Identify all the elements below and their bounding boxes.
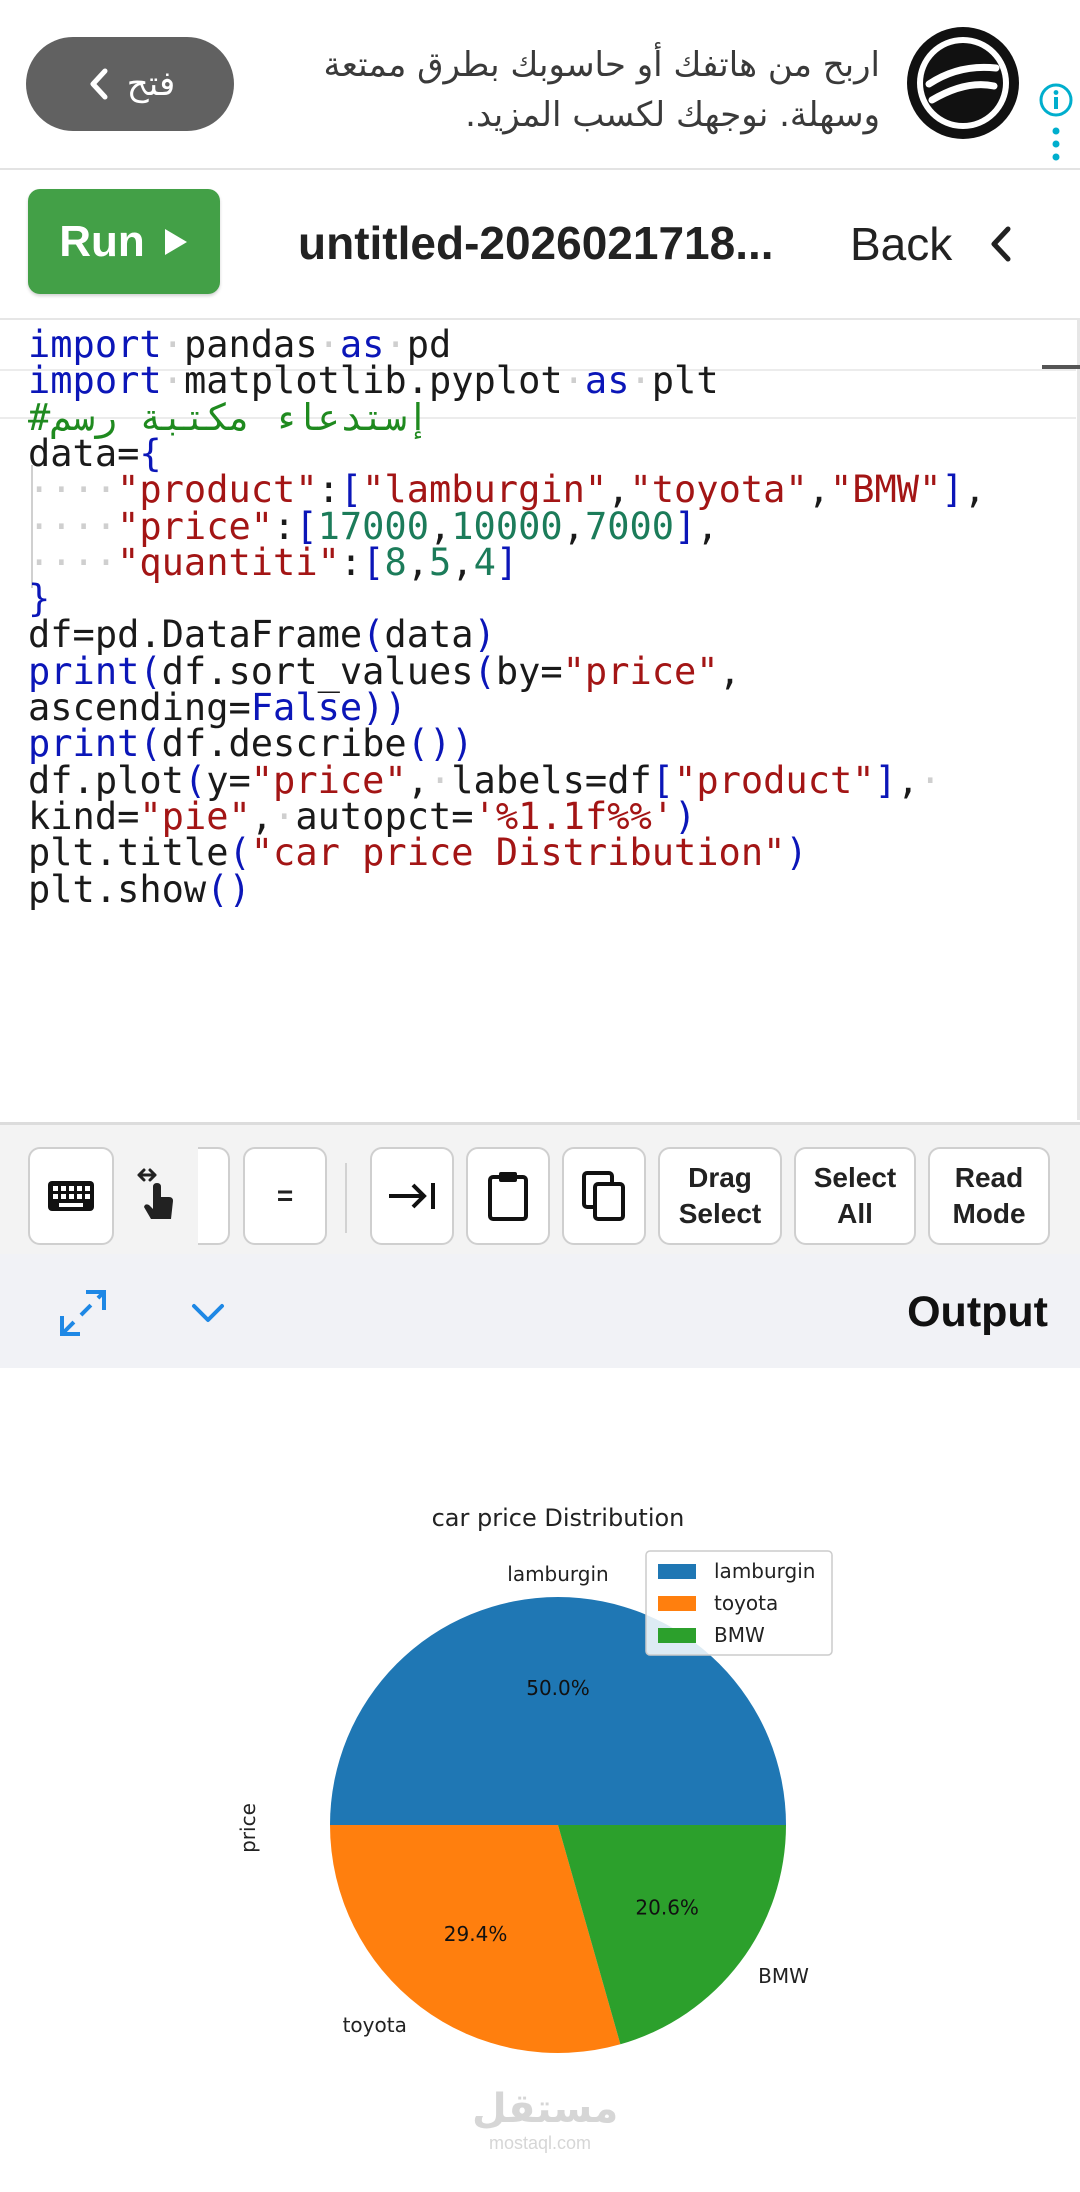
select-all-line2: All [837, 1198, 873, 1229]
pie-category-label: BMW [758, 1964, 809, 1988]
chevron-down-icon[interactable] [190, 1300, 226, 1326]
legend-swatch [658, 1596, 696, 1611]
code-editor[interactable]: import·pandas·as·pd import·matplotlib.pyp… [0, 320, 1080, 1120]
equals-label: = [276, 1180, 294, 1211]
editor-scrollbar-thumb[interactable] [1042, 365, 1080, 369]
more-vertical-icon[interactable] [1049, 127, 1063, 161]
move-cursor-button[interactable] [116, 1147, 200, 1245]
ad-banner[interactable]: فتح اربح من هاتفك أو حاسوبك بطرق ممتعة و… [0, 0, 1080, 170]
legend-label: lamburgin [714, 1559, 815, 1583]
legend-swatch [658, 1628, 696, 1643]
brand-logo-icon[interactable] [904, 24, 1022, 142]
key-separator [345, 1163, 347, 1233]
ad-open-label: فتح [126, 64, 176, 104]
play-icon [164, 228, 187, 255]
chart-title: car price Distribution [432, 1504, 685, 1532]
read-mode-line2: Mode [952, 1198, 1026, 1229]
back-button[interactable]: Back [850, 214, 1050, 274]
chart-legend: lamburgin toyota BMW [645, 1550, 833, 1656]
tab-key[interactable] [370, 1147, 454, 1245]
back-label: Back [850, 218, 953, 270]
copy-icon [582, 1171, 625, 1221]
file-title: untitled-2026021718... [298, 217, 774, 269]
watermark-arabic: مستقل [472, 2086, 619, 2132]
ad-text-line2: وسهلة. نوجهك لكسب المزيد. [465, 95, 880, 135]
equals-key[interactable]: = [243, 1147, 327, 1245]
pie-category-label: toyota [343, 2013, 407, 2037]
key-partial[interactable] [198, 1147, 230, 1245]
pie-percent-label: 50.0% [526, 1676, 590, 1700]
select-all-button[interactable]: Select All [794, 1147, 916, 1245]
legend-label: BMW [714, 1623, 765, 1647]
pie-chart: car price Distribution price 50.0% lambur… [236, 1504, 833, 2053]
touch-move-icon [137, 1168, 173, 1219]
read-mode-button[interactable]: Read Mode [928, 1147, 1050, 1245]
run-label: Run [59, 216, 145, 266]
code-line[interactable]: ····"quantiti":[8,5,4] [28, 537, 518, 588]
paste-button[interactable] [466, 1147, 550, 1245]
run-button[interactable]: Run [28, 189, 220, 294]
output-title: Output [907, 1288, 1048, 1336]
pie-percent-label: 29.4% [444, 1922, 508, 1946]
expand-icon[interactable] [56, 1286, 110, 1340]
select-all-line1: Select [813, 1162, 897, 1193]
info-icon[interactable] [1038, 82, 1074, 118]
ad-open-button[interactable]: فتح [26, 37, 234, 131]
code-line[interactable]: plt.show() [28, 865, 251, 915]
key-bar: = Drag Select Select All Read Mode [0, 1122, 1080, 1257]
drag-select-line1: Drag [688, 1162, 752, 1193]
editor-toolbar: Run untitled-2026021718... Back [0, 170, 1080, 321]
keyboard-button[interactable] [28, 1147, 114, 1245]
legend-label: toyota [714, 1591, 778, 1615]
output-panel: car price Distribution price 50.0% lambur… [0, 1368, 1080, 2192]
read-mode-line1: Read [954, 1162, 1024, 1193]
output-header: Output [0, 1254, 1080, 1368]
ad-text-line1: اربح من هاتفك أو حاسوبك بطرق ممتعة [323, 45, 880, 85]
ad-text[interactable]: اربح من هاتفك أو حاسوبك بطرق ممتعة وسهلة… [250, 40, 880, 140]
chevron-left-icon [991, 226, 1011, 262]
keyboard-icon [48, 1181, 94, 1211]
watermark-latin: mostaql.com [488, 2133, 592, 2153]
drag-select-line2: Select [678, 1198, 762, 1229]
chevron-left-icon [90, 68, 108, 100]
tab-icon [389, 1183, 435, 1209]
legend-swatch [658, 1564, 696, 1579]
pie-percent-label: 20.6% [635, 1895, 699, 1919]
chart-ylabel: price [236, 1803, 260, 1853]
clipboard-icon [488, 1172, 528, 1221]
pie-category-label: lamburgin [507, 1562, 608, 1586]
drag-select-button[interactable]: Drag Select [658, 1147, 782, 1245]
copy-button[interactable] [562, 1147, 646, 1245]
watermark: مستقل mostaql.com [472, 2086, 619, 2154]
